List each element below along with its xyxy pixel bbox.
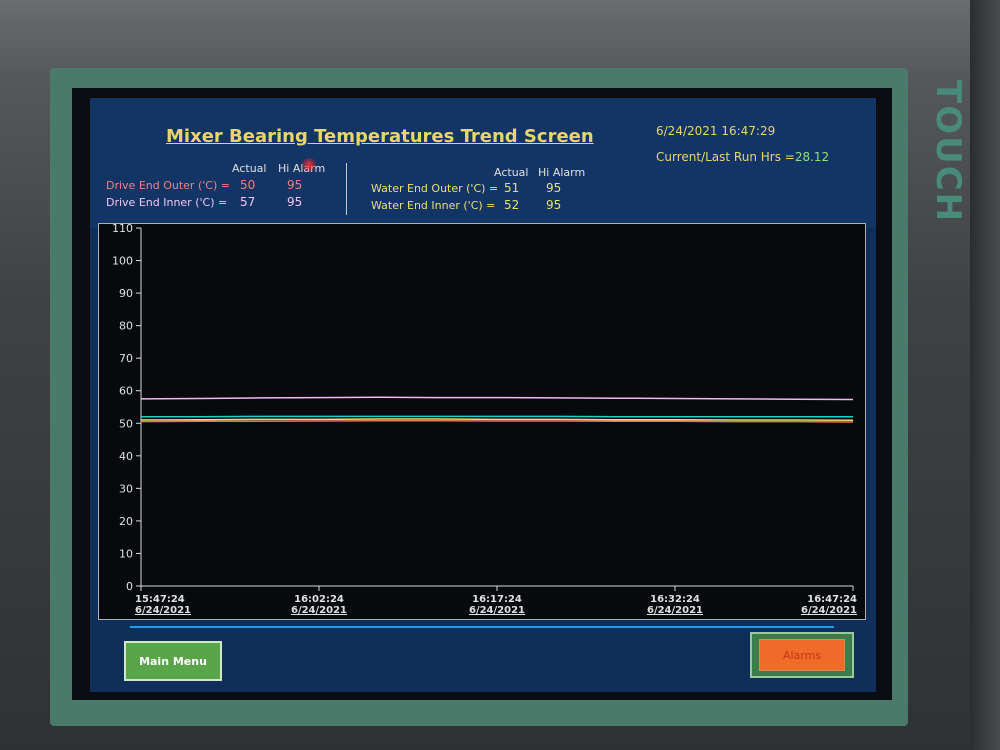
x-tick-date-label: 6/24/2021 xyxy=(801,605,857,616)
trend-series-line-2 xyxy=(140,418,854,422)
alarms-button[interactable]: Alarms xyxy=(759,639,845,671)
drive-end-outer-hi-alarm: 95 xyxy=(287,178,303,192)
main-menu-button[interactable]: Main Menu xyxy=(124,641,222,681)
drive-end-outer-actual: 50 xyxy=(240,178,256,192)
separator-bar xyxy=(130,626,834,628)
y-tick-label: 90 xyxy=(119,287,133,300)
x-tick-date-label: 6/24/2021 xyxy=(135,605,191,616)
y-tick-label: 110 xyxy=(112,224,133,235)
water-end-outer-label: Water End Outer ('C) = xyxy=(371,182,499,195)
y-tick-label: 0 xyxy=(126,580,133,593)
y-tick-label: 20 xyxy=(119,515,133,528)
x-tick-date-label: 6/24/2021 xyxy=(291,605,347,616)
drive-end-outer-label: Drive End Outer ('C) = xyxy=(106,179,230,192)
drive-end-inner-actual: 57 xyxy=(240,195,256,209)
screen-title: Mixer Bearing Temperatures Trend Screen xyxy=(166,126,594,147)
trend-chart-svg: 010203040506070809010011015:47:246/24/20… xyxy=(112,224,857,616)
touch-brand-label: TOUCH xyxy=(928,80,968,224)
readings-divider xyxy=(346,163,347,215)
panel-edge xyxy=(970,0,1000,750)
run-hours-label: Current/Last Run Hrs = xyxy=(656,150,795,164)
water-end-inner-actual: 52 xyxy=(504,198,520,212)
trend-series-line-0 xyxy=(140,396,854,401)
x-tick-time-label: 16:47:24 xyxy=(807,594,857,605)
run-hours-value: 28.12 xyxy=(794,150,830,164)
y-tick-label: 70 xyxy=(119,352,133,365)
alarms-button-frame: Alarms xyxy=(750,632,854,678)
water-end-outer-actual: 51 xyxy=(504,181,520,195)
drive-end-inner-hi-alarm: 95 xyxy=(287,195,303,209)
x-tick-time-label: 15:47:24 xyxy=(135,594,185,605)
y-tick-label: 100 xyxy=(112,255,133,268)
trend-series-line-3 xyxy=(140,419,854,423)
y-tick-label: 80 xyxy=(119,320,133,333)
left-actual-header: Actual xyxy=(232,162,267,175)
x-tick-time-label: 16:02:24 xyxy=(294,594,344,605)
x-tick-time-label: 16:17:24 xyxy=(472,594,522,605)
x-tick-time-label: 16:32:24 xyxy=(650,594,700,605)
y-tick-label: 40 xyxy=(119,450,133,463)
x-tick-date-label: 6/24/2021 xyxy=(647,605,703,616)
current-datetime: 6/24/2021 16:47:29 xyxy=(656,124,776,138)
y-tick-label: 60 xyxy=(119,385,133,398)
water-end-inner-label: Water End Inner ('C) = xyxy=(371,199,496,212)
water-end-outer-hi-alarm: 95 xyxy=(546,181,562,195)
indicator-light-reflection xyxy=(302,158,316,172)
y-tick-label: 50 xyxy=(119,417,133,430)
run-hours: Current/Last Run Hrs =28.12 xyxy=(656,150,829,164)
hmi-screen: Mixer Bearing Temperatures Trend Screen … xyxy=(90,98,876,692)
trend-chart[interactable]: 0 10 20 30 40 50 60 70 80 90 100 110 15:47:24 6/24/20… xyxy=(98,223,866,620)
right-hi-alarm-header: Hi Alarm xyxy=(538,166,586,179)
drive-end-inner-label: Drive End Inner ('C) = xyxy=(106,196,228,209)
x-tick-date-label: 6/24/2021 xyxy=(469,605,525,616)
y-tick-label: 30 xyxy=(119,482,133,495)
water-end-inner-hi-alarm: 95 xyxy=(546,198,562,212)
y-tick-label: 10 xyxy=(119,547,133,560)
right-actual-header: Actual xyxy=(494,166,529,179)
